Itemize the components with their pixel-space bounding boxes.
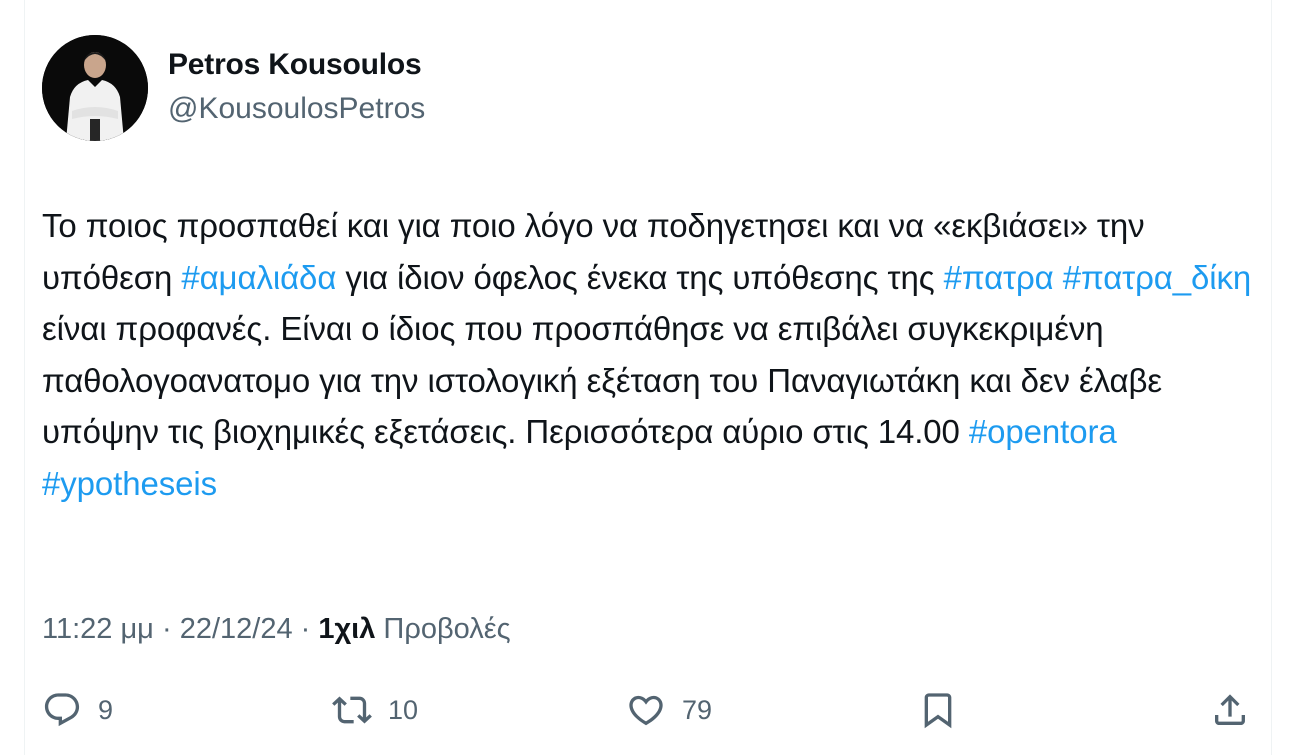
tweet-text-segment: για ίδιον όφελος ένεκα της υπόθεσης της: [336, 258, 944, 296]
heart-icon: [629, 695, 663, 726]
tweet-text: Το ποιος προσπαθεί και για ποιο λόγο να …: [42, 200, 1252, 509]
retweet-count: 10: [388, 694, 419, 725]
tweet-date[interactable]: 22/12/24: [180, 613, 293, 645]
bookmark-icon: [924, 693, 952, 729]
reply-count: 9: [98, 694, 114, 725]
retweet-button[interactable]: 10: [332, 688, 418, 732]
profile-photo-icon: [42, 35, 148, 141]
hashtag-link[interactable]: #αμαλιάδα: [181, 259, 336, 296]
reply-icon: [44, 693, 80, 727]
hashtag-link[interactable]: #πατρα_δίκη: [1063, 259, 1252, 296]
views-count[interactable]: 1χιλ: [318, 613, 375, 645]
like-count: 79: [682, 694, 713, 725]
tweet-text-segment: [1117, 413, 1126, 450]
hashtag-link[interactable]: #opentora: [969, 413, 1117, 450]
user-handle[interactable]: @KousoulosPetros: [168, 92, 425, 126]
tweet-time[interactable]: 11:22 μμ: [42, 613, 154, 645]
like-button[interactable]: 79: [626, 688, 712, 732]
hashtag-link[interactable]: #πατρα: [944, 259, 1054, 296]
views-label: Προβολές: [375, 613, 511, 645]
retweet-icon: [332, 696, 372, 724]
action-bar: 9 10 79: [42, 688, 1252, 732]
share-icon: [1215, 694, 1245, 725]
avatar[interactable]: [42, 35, 148, 141]
reply-button[interactable]: 9: [42, 688, 113, 732]
bookmark-button[interactable]: [918, 688, 958, 732]
hashtag-link[interactable]: #ypotheseis: [42, 465, 217, 502]
share-button[interactable]: [1210, 688, 1250, 732]
tweet-text-segment: [1054, 259, 1063, 296]
display-name[interactable]: Petros Kousoulos: [168, 48, 422, 82]
tweet-meta: 11:22 μμ · 22/12/24 · 1χιλ Προβολές: [42, 613, 511, 646]
meta-separator: ·: [292, 613, 319, 645]
meta-separator: ·: [153, 613, 180, 645]
